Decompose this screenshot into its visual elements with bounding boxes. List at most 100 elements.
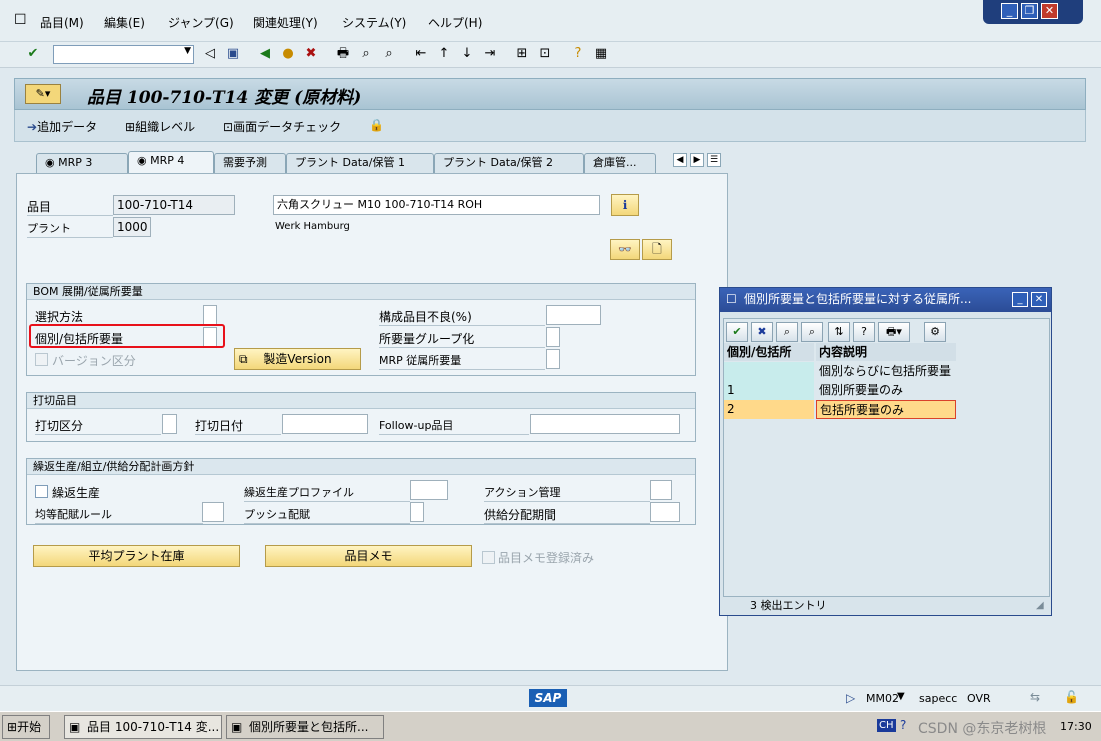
display-change-icon[interactable]: ✎▾ xyxy=(25,84,61,104)
lock-icon[interactable]: 🔒 xyxy=(369,118,384,132)
help-icon[interactable]: ? xyxy=(569,45,587,63)
status-lock-icon[interactable]: 🔓 xyxy=(1064,690,1079,704)
org-level-button[interactable]: ⊞組織レベル xyxy=(125,118,195,135)
cancel-icon[interactable]: ✖ xyxy=(302,45,320,63)
popup-find-icon[interactable]: ⌕ xyxy=(776,322,798,342)
material-label-line xyxy=(27,215,113,216)
sap-logo: SAP xyxy=(529,689,567,707)
check-screen-button[interactable]: ⊡画面データチェック xyxy=(223,118,341,135)
popup-col-key[interactable]: 個別/包括所 xyxy=(724,343,814,361)
action-control-field[interactable] xyxy=(650,480,672,500)
popup-row-key[interactable] xyxy=(724,362,814,381)
selection-method-field[interactable] xyxy=(203,305,217,325)
popup-minimize-icon[interactable]: _ xyxy=(1012,292,1028,307)
taskbar-item-popup[interactable]: ▣ 個別所要量と包括所... xyxy=(226,715,384,739)
disc-ind-label: 打切区分 xyxy=(35,419,84,433)
menu-edit[interactable]: 編集(E) xyxy=(104,14,145,31)
first-page-icon[interactable]: ⇤ xyxy=(412,45,430,63)
deployment-horizon-label: 供給分配期間 xyxy=(484,508,557,522)
last-page-icon[interactable]: ⇥ xyxy=(481,45,499,63)
mrp-dep-req-field[interactable] xyxy=(546,349,560,369)
tab-list-icon[interactable]: ☰ xyxy=(707,153,721,167)
add-data-button[interactable]: ➔追加データ xyxy=(27,118,97,135)
prev-page-icon[interactable]: ↑ xyxy=(435,45,453,63)
server: sapecc xyxy=(919,692,958,705)
back-arrow-icon[interactable]: ◁ xyxy=(201,45,219,63)
menu-environment[interactable]: 関連処理(Y) xyxy=(253,14,318,31)
popup-col-desc[interactable]: 内容説明 xyxy=(816,343,956,361)
enter-icon[interactable]: ✔ xyxy=(24,45,42,63)
rem-profile-field[interactable] xyxy=(410,480,448,500)
avg-plant-stock-button[interactable]: 平均プラント在庫 xyxy=(33,545,240,567)
component-scrap-field[interactable] xyxy=(546,305,601,325)
command-field[interactable]: ▼ xyxy=(53,45,194,64)
tab-scroll-left-icon[interactable]: ◀ xyxy=(673,153,687,167)
disc-ind-field[interactable] xyxy=(162,414,177,434)
minimize-icon[interactable]: _ xyxy=(1001,3,1018,19)
tcode-dropdown-icon[interactable]: ▼ xyxy=(897,691,905,702)
shortcut-icon[interactable]: ⊡ xyxy=(536,45,554,63)
find-next-icon[interactable]: ⌕ xyxy=(380,45,398,63)
tab-mrp3[interactable]: ◉ MRP 3 xyxy=(36,153,128,173)
menu-system[interactable]: システム(Y) xyxy=(342,14,406,31)
tab-mrp4[interactable]: ◉ MRP 4 xyxy=(128,151,214,173)
push-dist-field[interactable] xyxy=(410,502,424,522)
popup-row-key-selected[interactable]: 2 xyxy=(724,400,814,419)
save-icon[interactable]: ▣ xyxy=(224,45,242,63)
eff-out-field[interactable] xyxy=(282,414,368,434)
menu-help[interactable]: ヘルプ(H) xyxy=(428,14,482,31)
resize-grip-icon[interactable]: ◢ xyxy=(1036,600,1044,611)
new-session-icon[interactable]: ⊞ xyxy=(513,45,531,63)
popup-title: ☐ 個別所要量と包括所要量に対する従属所... xyxy=(720,288,1051,312)
repetitive-mfg-checkbox[interactable] xyxy=(35,485,48,498)
dropdown-icon[interactable]: ▼ xyxy=(184,46,191,56)
layout-icon[interactable]: ▦ xyxy=(592,45,610,63)
status-expand-icon[interactable]: ▷ xyxy=(846,691,855,705)
popup-print-icon[interactable]: 🖶▾ xyxy=(878,322,910,342)
menu-material[interactable]: 品目(M) xyxy=(40,14,84,31)
language-indicator[interactable]: CH xyxy=(877,719,896,732)
popup-row-key[interactable]: 1 xyxy=(724,381,814,400)
material-memo-button[interactable]: 品目メモ xyxy=(265,545,472,567)
popup-row-desc-selected[interactable]: 包括所要量のみ xyxy=(816,400,956,419)
req-group-field[interactable] xyxy=(546,327,560,347)
start-button[interactable]: ⊞开始 xyxy=(2,715,50,739)
popup-personalize-icon[interactable]: ⚙ xyxy=(924,322,946,342)
popup-sort-icon[interactable]: ⇅ xyxy=(828,322,850,342)
next-page-icon[interactable]: ↓ xyxy=(458,45,476,63)
tray-help-icon[interactable]: ? xyxy=(900,718,906,732)
exit-icon[interactable]: ● xyxy=(279,45,297,63)
close-icon[interactable]: ✕ xyxy=(1041,3,1058,19)
tab-forecast[interactable]: 需要予測 xyxy=(214,153,286,173)
prod-version-button[interactable]: ⧉ 製造Version xyxy=(234,348,361,370)
popup-row-desc[interactable]: 個別ならびに包括所要量 xyxy=(816,362,956,381)
info-icon[interactable]: ℹ xyxy=(611,194,639,216)
popup-find-next-icon[interactable]: ⌕ xyxy=(801,322,823,342)
standard-toolbar: ✔ ▼ ◁ ▣ ◀ ● ✖ 🖶 ⌕ ⌕ ⇤ ↑ ↓ ⇥ ⊞ ⊡ ? ▦ xyxy=(0,42,1101,68)
popup-help-icon[interactable]: ? xyxy=(853,322,875,342)
plant-label: プラント xyxy=(27,222,71,235)
follow-up-field[interactable] xyxy=(530,414,680,434)
back-icon[interactable]: ◀ xyxy=(256,45,274,63)
popup-close-icon[interactable]: ✕ xyxy=(1031,292,1047,307)
deployment-horizon-field[interactable] xyxy=(650,502,680,522)
fair-share-field[interactable] xyxy=(202,502,224,522)
tab-warehouse[interactable]: 倉庫管... xyxy=(584,153,656,173)
continue-icon[interactable]: ✔ xyxy=(726,322,748,342)
document-icon[interactable]: 🗋 xyxy=(642,239,672,260)
tab-plant-data-2[interactable]: プラント Data/保管 2 xyxy=(434,153,584,173)
find-icon[interactable]: ⌕ xyxy=(357,45,375,63)
popup-row-desc[interactable]: 個別所要量のみ xyxy=(816,381,956,400)
tab-scroll-right-icon[interactable]: ▶ xyxy=(690,153,704,167)
description-field[interactable]: 六角スクリュー M10 100-710-T14 ROH xyxy=(273,195,600,215)
bom-group-title: BOM 展開/従属所要量 xyxy=(27,284,695,300)
popup-cancel-icon[interactable]: ✖ xyxy=(751,322,773,342)
restore-icon[interactable]: ❐ xyxy=(1021,3,1038,19)
tab-plant-data-1[interactable]: プラント Data/保管 1 xyxy=(286,153,434,173)
taskbar-item-material[interactable]: ▣ 品目 100-710-T14 変... xyxy=(64,715,222,739)
glasses-icon[interactable]: 👓 xyxy=(610,239,640,260)
menu-icon[interactable]: ☐ xyxy=(14,12,27,28)
print-icon[interactable]: 🖶 xyxy=(334,45,352,63)
menu-goto[interactable]: ジャンプ(G) xyxy=(168,14,234,31)
taskbar: ⊞开始 ▣ 品目 100-710-T14 変... ▣ 個別所要量と包括所... C… xyxy=(0,711,1101,741)
